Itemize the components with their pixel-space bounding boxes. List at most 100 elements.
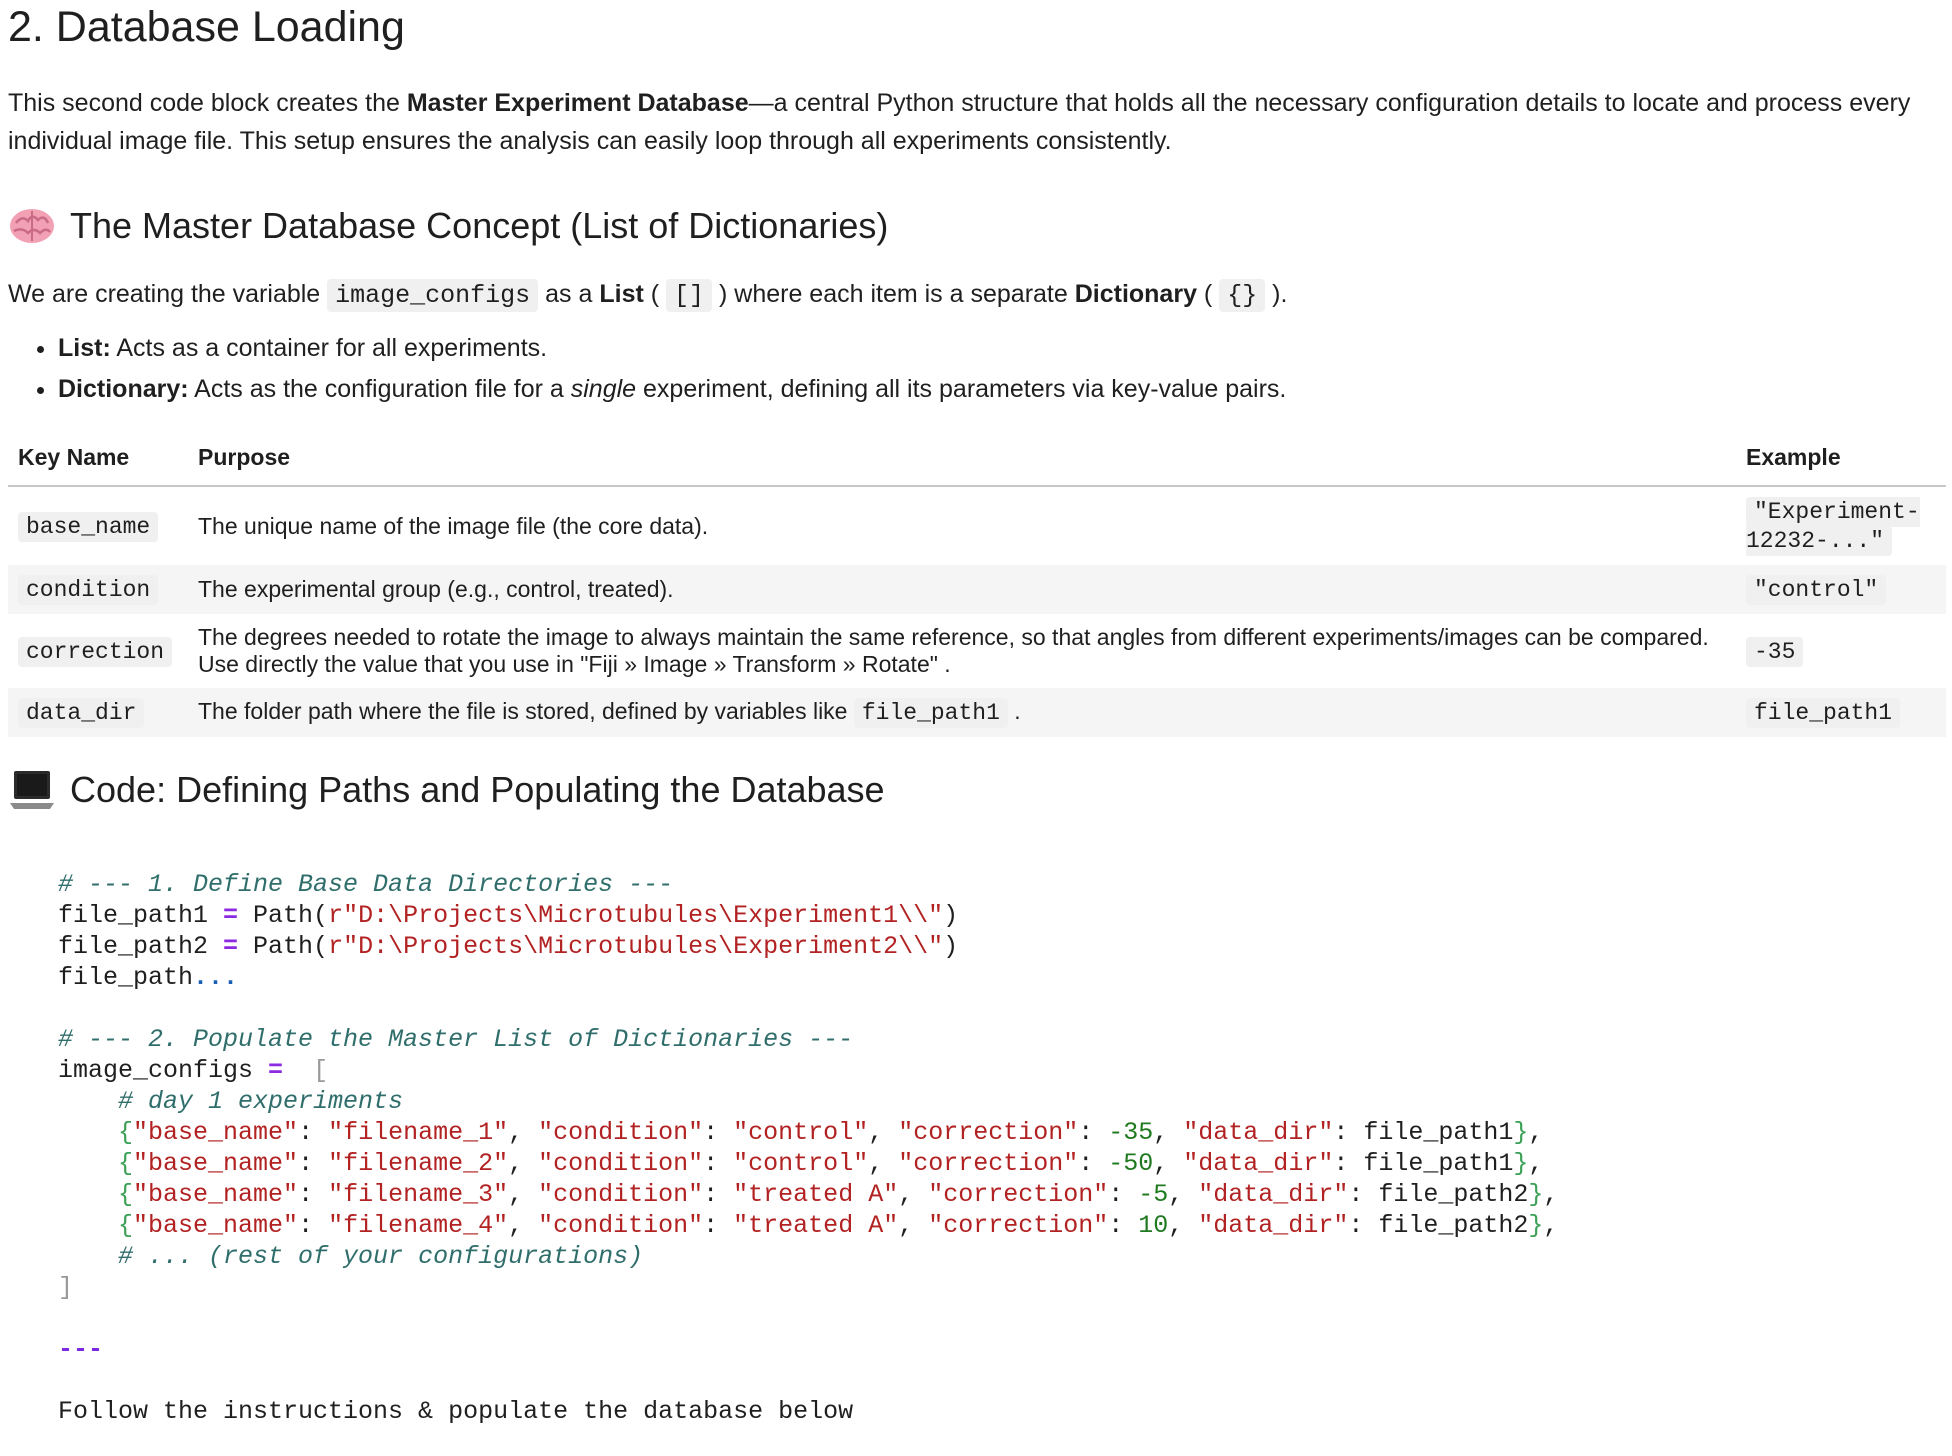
concept-text: We are creating the variable (8, 280, 328, 308)
code-string: "correction" (928, 1211, 1109, 1240)
intro-text: This second code block creates the (8, 89, 407, 117)
header-example: Example (1736, 432, 1946, 487)
code-brace: { (118, 1149, 134, 1178)
code-operator: = (268, 1056, 284, 1085)
key-cell: base_name (8, 486, 188, 565)
concept-title: The Master Database Concept (List of Dic… (70, 205, 889, 246)
intro-bold: Master Experiment Database (406, 89, 749, 117)
key-cell: correction (8, 614, 188, 688)
code-text: Path( (238, 901, 329, 930)
code-brace: } (1513, 1149, 1529, 1178)
purpose-cell: The folder path where the file is stored… (188, 688, 1736, 737)
key-code: correction (18, 636, 173, 667)
example-cell: "control" (1736, 565, 1946, 614)
code-number: -50 (1108, 1149, 1154, 1178)
code-string: "base_name" (133, 1118, 299, 1147)
list-word: List (599, 280, 644, 308)
code-operator: = (223, 932, 239, 961)
code-string: "filename_1" (328, 1118, 509, 1147)
concept-text: ( (1196, 280, 1220, 308)
example-code: -35 (1746, 636, 1804, 667)
code-string: "condition" (538, 1211, 704, 1240)
code-string: "data_dir" (1198, 1211, 1349, 1240)
code-text: image_configs (58, 1056, 269, 1085)
code-string: r"D:\Projects\Microtubules\Experiment1\\… (328, 901, 944, 930)
example-code: "control" (1746, 575, 1887, 605)
code-string: "filename_2" (328, 1149, 509, 1178)
concept-heading: The Master Database Concept (List of Dic… (8, 204, 1944, 248)
code-string: "data_dir" (1198, 1180, 1349, 1209)
example-cell: "Experiment-12232-..." (1736, 486, 1946, 565)
code-string: r"D:\Projects\Microtubules\Experiment2\\… (328, 932, 944, 961)
notebook-page: 2. Database Loading This second code blo… (0, 0, 1952, 1456)
code-number: 10 (1138, 1211, 1169, 1240)
bullet-text: Acts as a container for all experiments. (110, 334, 548, 362)
code-string: "treated A" (733, 1211, 899, 1240)
key-cell: condition (8, 565, 188, 614)
code-block: # --- 1. Define Base Data Directories --… (58, 870, 1559, 1426)
code-string: "correction" (898, 1149, 1079, 1178)
key-code: data_dir (18, 698, 145, 728)
bullet-label: List: (58, 334, 111, 362)
code-comment: # --- 2. Populate the Master List of Dic… (58, 1025, 854, 1054)
page-title: 2. Database Loading (8, 3, 405, 51)
list-item: Dictionary: Acts as the configuration fi… (58, 369, 1944, 410)
var-name-code: image_configs (327, 279, 539, 312)
code-string: "control" (733, 1149, 869, 1178)
key-code: base_name (18, 511, 159, 542)
code-operator: = (223, 901, 239, 930)
code-comment: # --- 1. Define Base Data Directories --… (58, 870, 674, 899)
code-string: "control" (733, 1118, 869, 1147)
code-string: "condition" (538, 1118, 704, 1147)
code-string: "correction" (928, 1180, 1109, 1209)
concept-text: as a (538, 280, 600, 308)
code-string: "condition" (538, 1149, 704, 1178)
code-string: "base_name" (133, 1211, 299, 1240)
table-row: condition The experimental group (e.g., … (8, 565, 1946, 614)
table-row: correction The degrees needed to rotate … (8, 614, 1946, 688)
bullet-label: Dictionary: (58, 375, 189, 403)
code-brace: } (1513, 1118, 1529, 1147)
concept-bullets: List: Acts as a container for all experi… (8, 328, 1944, 410)
code-comment: # ... (rest of your configurations) (118, 1242, 644, 1271)
code-string: "filename_3" (328, 1180, 509, 1209)
bullet-text: experiment, defining all its parameters … (636, 375, 1287, 403)
concept-text: ( (643, 280, 667, 308)
code-bracket: ] (58, 1273, 74, 1302)
dict-symbol-code: {} (1219, 279, 1266, 312)
code-brace: { (118, 1118, 134, 1147)
concept-text: ) where each item is a separate (712, 280, 1075, 308)
code-text: file_path2 (1378, 1211, 1529, 1240)
keys-table: Key Name Purpose Example base_name The u… (8, 432, 1946, 737)
code-text: file_path1 (1363, 1149, 1514, 1178)
code-comment: # day 1 experiments (118, 1087, 404, 1116)
code-string: "treated A" (733, 1180, 899, 1209)
code-number: -35 (1108, 1118, 1154, 1147)
purpose-text: The folder path where the file is stored… (198, 698, 854, 724)
code-brace: } (1528, 1211, 1544, 1240)
code-string: "condition" (538, 1180, 704, 1209)
code-text: file_path (58, 963, 194, 992)
list-symbol-code: [] (666, 279, 713, 312)
example-cell: -35 (1736, 614, 1946, 688)
intro-paragraph: This second code block creates the Maste… (8, 84, 1943, 160)
code-text: Follow the instructions & populate the d… (58, 1397, 854, 1426)
code-text: file_path1 (58, 901, 224, 930)
code-text: file_path2 (58, 932, 224, 961)
code-rule: --- (58, 1335, 104, 1364)
code-text: file_path2 (1378, 1180, 1529, 1209)
code-title: Code: Defining Paths and Populating the … (70, 769, 885, 810)
example-cell: file_path1 (1736, 688, 1946, 737)
code-ellipsis: ... (193, 963, 239, 992)
code-brace: } (1528, 1180, 1544, 1209)
example-code: file_path1 (1746, 698, 1901, 728)
code-brace: { (118, 1211, 134, 1240)
concept-text: ). (1265, 280, 1288, 308)
bullet-text: Acts as the configuration file for a (188, 375, 571, 403)
purpose-cell: The degrees needed to rotate the image t… (198, 624, 1709, 677)
code-text: file_path1 (1363, 1118, 1514, 1147)
table-header-row: Key Name Purpose Example (8, 432, 1946, 487)
key-code: condition (18, 575, 159, 605)
code-string: "data_dir" (1183, 1149, 1334, 1178)
laptop-icon (10, 771, 54, 809)
